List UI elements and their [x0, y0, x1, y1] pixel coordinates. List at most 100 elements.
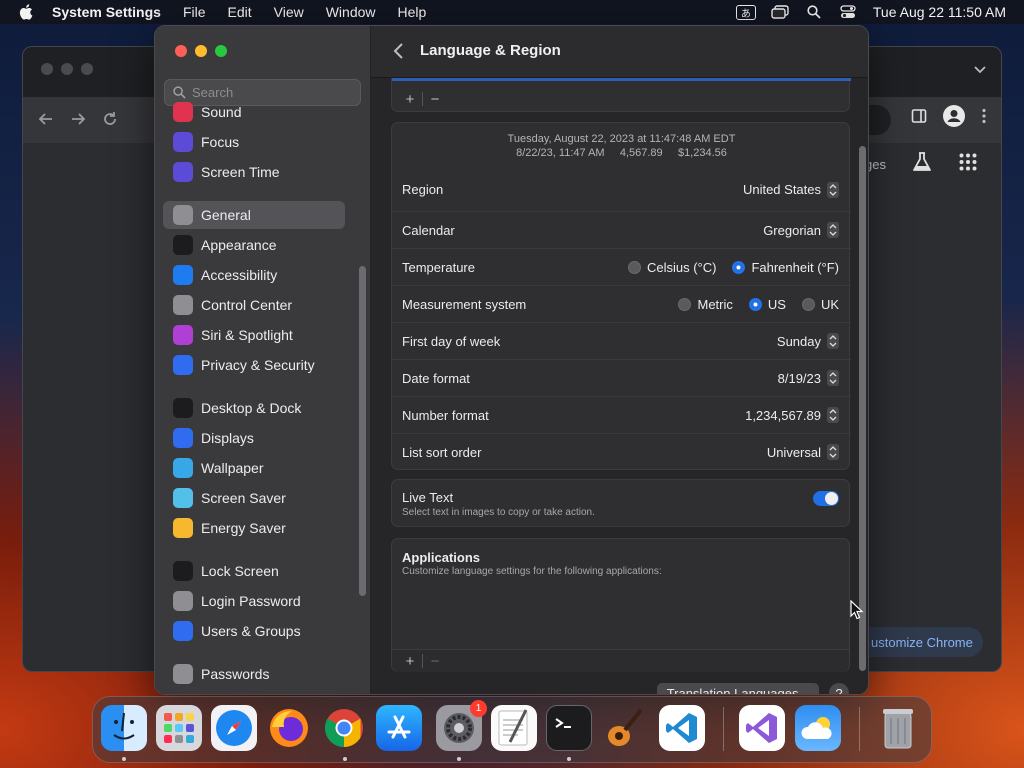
radio-dot — [801, 297, 815, 311]
dock-system-settings[interactable]: 1 — [436, 700, 487, 751]
temperature-options: Celsius (°C) Fahrenheit (°F) — [612, 260, 839, 275]
translation-languages-button[interactable]: Translation Languages... — [657, 683, 819, 694]
sidebar-item-siri-spotlight[interactable]: Siri & Spotlight — [163, 321, 345, 349]
sidebar-item-sound[interactable]: Sound — [163, 98, 345, 126]
sidebar-item-displays[interactable]: Displays — [163, 424, 345, 452]
radio-metric[interactable]: Metric — [678, 297, 733, 312]
moon-icon — [173, 132, 193, 152]
sidebar-item-label: Siri & Spotlight — [201, 327, 293, 343]
radio-dot-selected — [732, 260, 746, 274]
help-button[interactable]: ? — [829, 683, 849, 694]
dock-terminal[interactable] — [546, 705, 592, 751]
menu-help[interactable]: Help — [398, 4, 427, 20]
popup-stepper-icon — [827, 407, 839, 423]
sidebar-item-control-center[interactable]: Control Center — [163, 291, 345, 319]
dock-garageband[interactable] — [601, 705, 647, 751]
temperature-row: Temperature Celsius (°C) Fahrenheit (°F) — [392, 248, 851, 285]
menu-file[interactable]: File — [183, 4, 206, 20]
sidebar-item-label: General — [201, 207, 251, 223]
terminal-running-dot — [567, 757, 571, 761]
sidebar-item-wallpaper[interactable]: Wallpaper — [163, 454, 345, 482]
menu-view[interactable]: View — [274, 4, 304, 20]
sidebar-item-privacy-security[interactable]: Privacy & Security — [163, 351, 345, 379]
sidebar-item-login-password[interactable]: Login Password — [163, 587, 345, 615]
remove-application-button[interactable]: − — [423, 653, 447, 670]
chrome-minimize-button[interactable] — [61, 63, 73, 75]
padlock-icon — [173, 591, 193, 611]
sidebar-item-desktop-dock[interactable]: Desktop & Dock — [163, 394, 345, 422]
menu-clock[interactable]: Tue Aug 22 11:50 AM — [873, 4, 1006, 20]
radio-fahrenheit[interactable]: Fahrenheit (°F) — [732, 260, 839, 275]
dock-launchpad[interactable] — [156, 705, 202, 751]
dock-visual-studio[interactable] — [739, 705, 785, 751]
back-arrow-icon[interactable] — [37, 110, 55, 128]
chrome-zoom-button[interactable] — [81, 63, 93, 75]
tab-search-chevron-icon[interactable] — [973, 65, 987, 75]
zoom-button[interactable] — [215, 45, 227, 57]
menu-edit[interactable]: Edit — [228, 4, 252, 20]
live-text-toggle[interactable] — [813, 491, 839, 506]
minimize-button[interactable] — [195, 45, 207, 57]
dock-weather[interactable] — [795, 705, 841, 751]
input-method-icon[interactable]: あ — [729, 0, 763, 24]
menu-bar: System Settings File Edit View Window He… — [0, 0, 1024, 24]
number-format-popup[interactable]: 1,234,567.89 — [745, 407, 839, 423]
region-label: Region — [402, 182, 444, 197]
sidebar-item-label: Screen Saver — [201, 490, 286, 506]
menu-app-name[interactable]: System Settings — [52, 4, 161, 20]
sidebar-item-accessibility[interactable]: Accessibility — [163, 261, 345, 289]
dock-trash[interactable] — [875, 705, 921, 751]
sidebar-item-energy-saver[interactable]: Energy Saver — [163, 514, 345, 542]
radio-celsius[interactable]: Celsius (°C) — [627, 260, 716, 275]
sidebar-item-users-groups[interactable]: Users & Groups — [163, 617, 345, 645]
radio-dot — [627, 260, 641, 274]
sidebar-item-screen-saver[interactable]: Screen Saver — [163, 484, 345, 512]
preferred-languages-card: + − — [391, 78, 851, 112]
control-center-icon[interactable] — [831, 0, 865, 24]
forward-arrow-icon[interactable] — [69, 110, 87, 128]
profile-avatar-icon[interactable] — [943, 105, 965, 127]
sidebar-scrollbar[interactable] — [359, 266, 366, 596]
sidebar-item-lock-screen[interactable]: Lock Screen — [163, 557, 345, 585]
remove-language-button[interactable]: − — [423, 91, 447, 108]
dock-safari[interactable] — [211, 705, 257, 751]
sidebar-item-screen-time[interactable]: Screen Time — [163, 158, 345, 186]
sidebar-item-general[interactable]: General — [163, 201, 345, 229]
labs-flask-icon[interactable] — [911, 151, 933, 173]
radio-uk[interactable]: UK — [801, 297, 839, 312]
window-switch-icon[interactable] — [763, 0, 797, 24]
sidebar-item-focus[interactable]: Focus — [163, 128, 345, 156]
dock-app-store[interactable] — [376, 705, 422, 751]
sort-order-popup[interactable]: Universal — [767, 444, 839, 460]
chrome-menu-icon[interactable] — [981, 108, 987, 124]
first-day-popup[interactable]: Sunday — [777, 333, 839, 349]
radio-us-label: US — [767, 296, 786, 312]
region-popup[interactable]: United States — [743, 181, 839, 198]
measurement-label: Measurement system — [402, 296, 527, 312]
reload-icon[interactable] — [101, 110, 119, 128]
input-method-label: あ — [735, 4, 756, 20]
chrome-close-button[interactable] — [41, 63, 53, 75]
dock-chrome[interactable] — [321, 705, 367, 751]
applications-title: Applications — [402, 550, 481, 565]
add-language-button[interactable]: + — [398, 91, 422, 108]
menu-window[interactable]: Window — [326, 4, 376, 20]
dock-vscode[interactable] — [659, 705, 705, 751]
sidebar-item-passwords[interactable]: Passwords — [163, 660, 345, 688]
add-application-button[interactable]: + — [398, 653, 422, 670]
back-chevron-icon[interactable] — [391, 41, 407, 61]
spotlight-search-icon[interactable] — [797, 0, 831, 24]
apple-icon[interactable] — [18, 3, 36, 21]
radio-us[interactable]: US — [748, 296, 786, 312]
users-icon — [173, 621, 193, 641]
content-scrollbar[interactable] — [859, 146, 866, 671]
dock-finder[interactable] — [101, 705, 147, 751]
dock-textedit[interactable] — [491, 705, 537, 751]
close-button[interactable] — [175, 45, 187, 57]
side-panel-icon[interactable] — [911, 108, 927, 124]
apps-grid-icon[interactable] — [959, 153, 977, 171]
dock-firefox[interactable] — [266, 705, 312, 751]
date-format-popup[interactable]: 8/19/23 — [778, 370, 839, 386]
sidebar-item-appearance[interactable]: Appearance — [163, 231, 345, 259]
calendar-popup[interactable]: Gregorian — [763, 222, 839, 238]
